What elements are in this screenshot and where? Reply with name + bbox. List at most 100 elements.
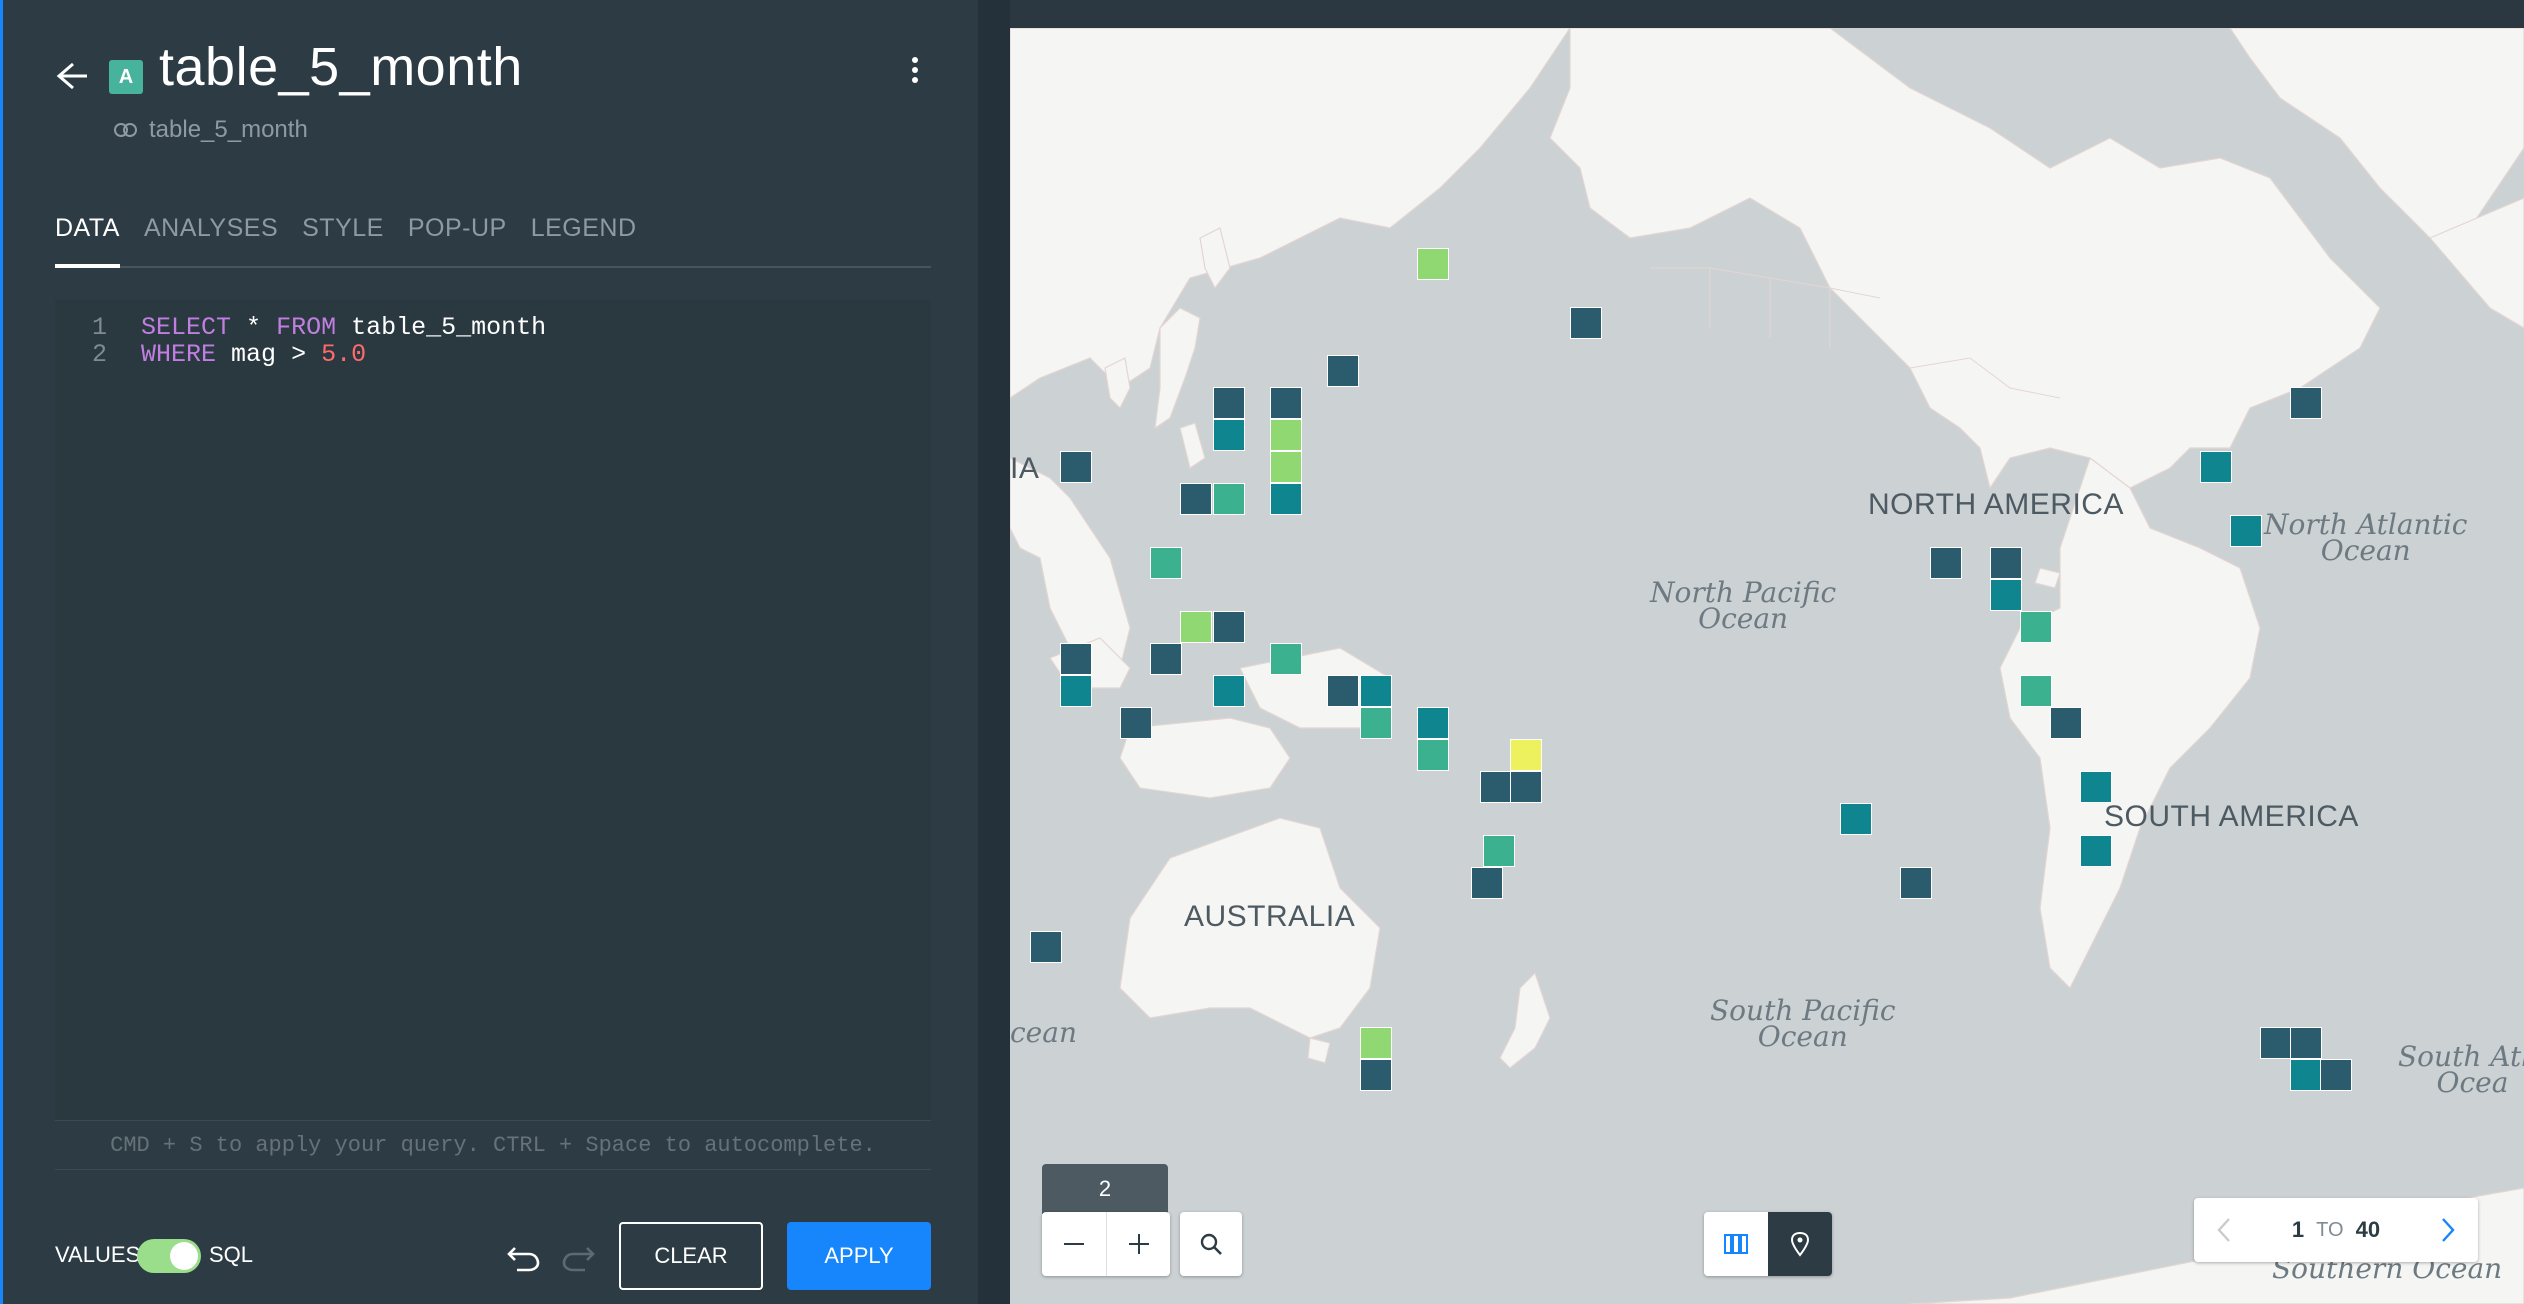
earthquake-marker[interactable] — [2320, 1058, 2352, 1091]
editor-hint: CMD + S to apply your query. CTRL + Spac… — [55, 1120, 931, 1170]
sql-editor[interactable]: 1 SELECT * FROM table_5_month 2 WHERE ma… — [55, 300, 931, 1120]
code-text[interactable]: SELECT * FROM table_5_month — [107, 314, 546, 341]
continent-label: SOUTH AMERICA — [2104, 800, 2359, 833]
earthquake-marker[interactable] — [1417, 706, 1449, 739]
earthquake-marker[interactable] — [2080, 770, 2112, 803]
earthquake-marker[interactable] — [1471, 866, 1503, 899]
map-canvas[interactable]: IA NORTH AMERICA SOUTH AMERICA AUSTRALIA… — [1010, 28, 2524, 1304]
tab-legend[interactable]: LEGEND — [531, 208, 637, 268]
earthquake-marker[interactable] — [1270, 450, 1302, 483]
line-number: 1 — [91, 313, 107, 342]
earthquake-marker[interactable] — [2050, 706, 2082, 739]
earthquake-marker[interactable] — [1270, 386, 1302, 419]
tab-analyses[interactable]: ANALYSES — [144, 208, 278, 268]
pager-range: 1 TO 40 — [2254, 1217, 2418, 1243]
clear-button[interactable]: CLEAR — [619, 1222, 763, 1290]
earthquake-marker[interactable] — [1417, 247, 1449, 280]
earthquake-marker[interactable] — [1360, 706, 1392, 739]
earthquake-marker[interactable] — [1360, 1058, 1392, 1091]
source-name: table_5_month — [149, 116, 308, 143]
map-pin-icon — [1790, 1231, 1810, 1257]
earthquake-marker[interactable] — [1570, 306, 1602, 339]
earthquake-marker[interactable] — [1480, 770, 1512, 803]
next-page-button[interactable] — [2418, 1198, 2478, 1262]
apply-button[interactable]: APPLY — [787, 1222, 931, 1290]
earthquake-marker[interactable] — [1840, 802, 1872, 835]
earthquake-marker[interactable] — [1213, 386, 1245, 419]
earthquake-marker[interactable] — [1213, 610, 1245, 643]
earthquake-marker[interactable] — [2080, 834, 2112, 867]
continent-label: AUSTRALIA — [1184, 900, 1356, 933]
earthquake-marker[interactable] — [1060, 450, 1092, 483]
ocean-label: North Pacific Ocean — [1650, 576, 1837, 635]
earthquake-marker[interactable] — [1990, 546, 2022, 579]
earthquake-marker[interactable] — [1900, 866, 1932, 899]
zoom-out-icon — [1064, 1243, 1084, 1245]
layer-letter-badge: A — [109, 60, 143, 94]
zoom-in-button[interactable] — [1106, 1212, 1170, 1276]
tab-data[interactable]: DATA — [55, 208, 120, 268]
earthquake-marker[interactable] — [2290, 386, 2322, 419]
layer-editor-panel: A table_5_month table_5_month DATA ANALY… — [0, 0, 978, 1304]
earthquake-marker[interactable] — [1417, 738, 1449, 771]
earthquake-marker[interactable] — [1510, 738, 1542, 771]
pager: 1 TO 40 — [2194, 1198, 2478, 1262]
earthquake-marker[interactable] — [1270, 418, 1302, 451]
code-text[interactable]: WHERE mag > 5.0 — [107, 341, 366, 368]
previous-page-button[interactable] — [2194, 1198, 2254, 1262]
layer-title[interactable]: table_5_month — [159, 36, 523, 98]
ocean-label: North Atlantic Ocean — [2264, 508, 2468, 567]
earthquake-marker[interactable] — [1360, 1026, 1392, 1059]
toggle-knob — [170, 1242, 198, 1270]
earthquake-marker[interactable] — [2290, 1058, 2322, 1091]
tab-style[interactable]: STYLE — [302, 208, 384, 268]
more-vertical-icon[interactable] — [903, 52, 927, 88]
undo-icon[interactable] — [503, 1236, 543, 1276]
map-view-button[interactable] — [1768, 1212, 1832, 1276]
zoom-controls — [1042, 1212, 1170, 1276]
earthquake-marker[interactable] — [1120, 706, 1152, 739]
earthquake-marker[interactable] — [1213, 418, 1245, 451]
earthquake-marker[interactable] — [1180, 610, 1212, 643]
ocean-label: South Atla Ocea — [2398, 1040, 2524, 1099]
earthquake-marker[interactable] — [2260, 1026, 2292, 1059]
table-view-icon — [1724, 1234, 1748, 1254]
earthquake-marker[interactable] — [2290, 1026, 2322, 1059]
earthquake-marker[interactable] — [2020, 674, 2052, 707]
source-row: table_5_month — [113, 116, 308, 144]
earthquake-marker[interactable] — [1483, 834, 1515, 867]
earthquake-marker[interactable] — [2230, 514, 2262, 547]
line-number: 2 — [91, 340, 107, 369]
code-line: 2 WHERE mag > 5.0 — [55, 341, 931, 368]
map-search-button[interactable] — [1180, 1212, 1242, 1276]
earthquake-marker[interactable] — [1360, 674, 1392, 707]
earthquake-marker[interactable] — [1270, 482, 1302, 515]
zoom-out-button[interactable] — [1042, 1212, 1106, 1276]
values-sql-toggle[interactable] — [137, 1239, 201, 1273]
zoom-in-icon — [1128, 1234, 1149, 1254]
earthquake-marker[interactable] — [1327, 674, 1359, 707]
chevron-right-icon — [2442, 1218, 2455, 1242]
earthquake-marker[interactable] — [1150, 546, 1182, 579]
pager-to-label: TO — [2316, 1218, 2344, 1241]
earthquake-marker[interactable] — [1930, 546, 1962, 579]
earthquake-marker[interactable] — [1060, 642, 1092, 675]
sql-label: SQL — [209, 1242, 254, 1267]
earthquake-marker[interactable] — [1150, 642, 1182, 675]
tab-popup[interactable]: POP-UP — [408, 208, 507, 268]
earthquake-marker[interactable] — [1213, 674, 1245, 707]
earthquake-marker[interactable] — [1270, 642, 1302, 675]
layer-tabs: DATA ANALYSES STYLE POP-UP LEGEND — [55, 208, 931, 268]
earthquake-marker[interactable] — [2200, 450, 2232, 483]
earthquake-marker[interactable] — [1990, 578, 2022, 611]
earthquake-marker[interactable] — [1030, 930, 1062, 963]
earthquake-marker[interactable] — [1213, 482, 1245, 515]
earthquake-marker[interactable] — [2020, 610, 2052, 643]
table-view-button[interactable] — [1704, 1212, 1768, 1276]
back-arrow-icon[interactable] — [51, 58, 91, 94]
zoom-level-indicator: 2 — [1042, 1164, 1168, 1214]
earthquake-marker[interactable] — [1327, 354, 1359, 387]
earthquake-marker[interactable] — [1180, 482, 1212, 515]
earthquake-marker[interactable] — [1510, 770, 1542, 803]
earthquake-marker[interactable] — [1060, 674, 1092, 707]
